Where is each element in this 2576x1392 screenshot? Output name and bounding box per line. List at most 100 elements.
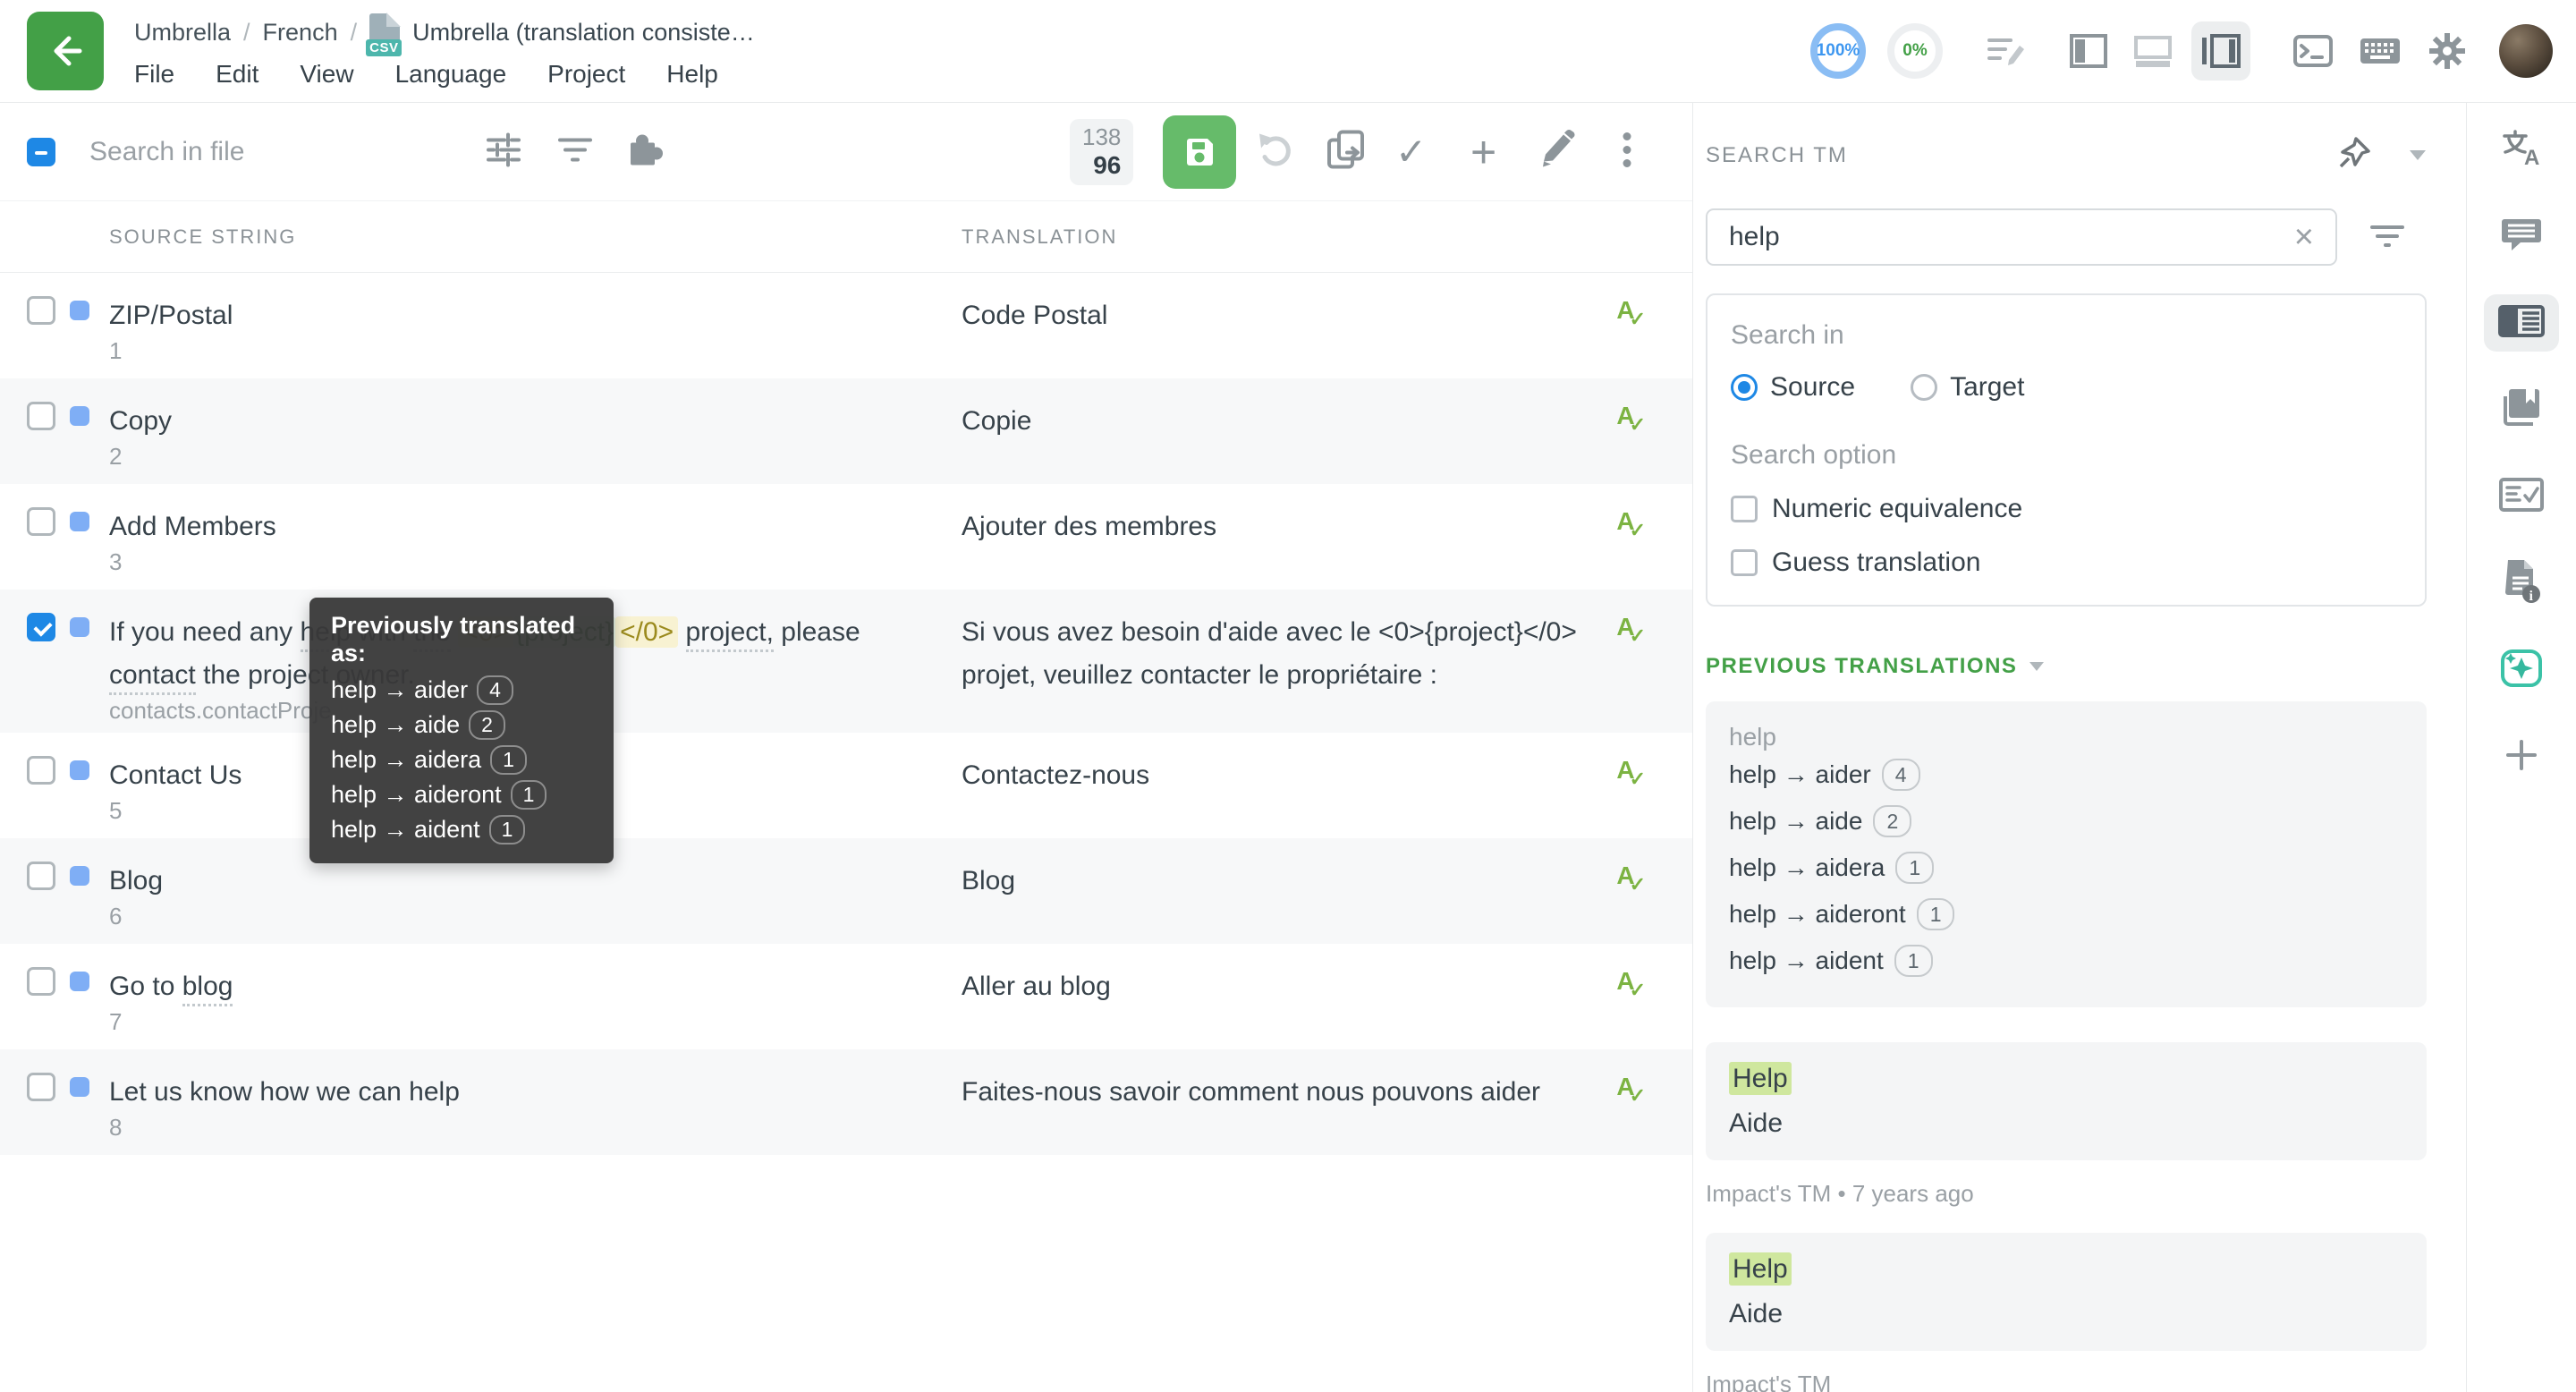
breadcrumb-language[interactable]: French bbox=[263, 19, 338, 47]
table-row[interactable]: Add Members3Ajouter des membresA✓ bbox=[0, 484, 1692, 590]
translated-progress-ring[interactable]: 100% bbox=[1810, 23, 1866, 79]
chevron-down-icon bbox=[2029, 662, 2044, 671]
translation-string[interactable]: Faites-nous savoir comment nous pouvons … bbox=[962, 1071, 1632, 1114]
translation-string[interactable]: Ajouter des membres bbox=[962, 505, 1632, 548]
clear-search-icon[interactable]: × bbox=[2294, 220, 2314, 254]
puzzle-icon[interactable] bbox=[624, 130, 665, 175]
spellcheck-icon[interactable]: A✓ bbox=[1616, 613, 1646, 648]
terminal-icon[interactable] bbox=[2292, 30, 2334, 72]
breadcrumb-file-name[interactable]: Umbrella (translation consiste… bbox=[412, 19, 755, 47]
translation-string[interactable]: Blog bbox=[962, 860, 1632, 903]
pin-icon[interactable] bbox=[2336, 135, 2372, 175]
spellcheck-icon[interactable]: A✓ bbox=[1616, 1073, 1646, 1108]
row-checkbox[interactable] bbox=[27, 402, 55, 430]
source-string[interactable]: Blog bbox=[109, 860, 905, 903]
layout-right-icon[interactable] bbox=[2191, 21, 2250, 81]
filter-icon[interactable] bbox=[556, 132, 594, 174]
compose-icon[interactable] bbox=[1984, 30, 2027, 72]
tm-search-input[interactable]: help × bbox=[1706, 208, 2337, 266]
spellcheck-icon[interactable]: A✓ bbox=[1616, 507, 1646, 542]
spellcheck-icon[interactable]: A✓ bbox=[1616, 402, 1646, 437]
approved-progress-ring[interactable]: 0% bbox=[1887, 23, 1943, 79]
approve-check-icon[interactable]: ✓ bbox=[1395, 133, 1427, 171]
checkbox-numeric-equivalence[interactable] bbox=[1731, 496, 1758, 522]
back-button[interactable] bbox=[27, 12, 104, 90]
breadcrumb-project[interactable]: Umbrella bbox=[134, 19, 231, 47]
table-row[interactable]: Let us know how we can help8Faites-nous … bbox=[0, 1049, 1692, 1155]
source-string[interactable]: Copy bbox=[109, 400, 905, 443]
sidebar-item-file-context[interactable]: i bbox=[2484, 555, 2559, 612]
search-in-file-input[interactable]: Search in file bbox=[89, 137, 244, 167]
settings-sliders-icon[interactable] bbox=[483, 130, 524, 175]
row-checkbox[interactable] bbox=[27, 1073, 55, 1101]
spellcheck-check: ✓ bbox=[1630, 768, 1646, 791]
translation-string[interactable]: Code Postal bbox=[962, 294, 1632, 337]
radio-target[interactable] bbox=[1911, 374, 1937, 401]
menu-project[interactable]: Project bbox=[547, 60, 625, 89]
row-checkbox[interactable] bbox=[27, 613, 55, 641]
translation-string[interactable]: Copie bbox=[962, 400, 1632, 443]
sidebar-item-ai-assistant[interactable] bbox=[2484, 641, 2559, 699]
keyboard-icon[interactable] bbox=[2358, 30, 2402, 72]
checkbox-guess-translation[interactable] bbox=[1731, 549, 1758, 576]
menu-help[interactable]: Help bbox=[666, 60, 718, 89]
concordance-item[interactable]: help → aider4 bbox=[1729, 751, 2403, 798]
spellcheck-icon[interactable]: A✓ bbox=[1616, 756, 1646, 791]
row-checkbox[interactable] bbox=[27, 967, 55, 996]
avatar[interactable] bbox=[2499, 24, 2553, 78]
translation-string[interactable]: Contactez-nous bbox=[962, 754, 1632, 797]
radio-label-target: Target bbox=[1950, 372, 2024, 403]
sidebar-item-qa-checks[interactable] bbox=[2484, 468, 2559, 525]
menu-edit[interactable]: Edit bbox=[216, 60, 258, 89]
tm-result-card[interactable]: HelpAide bbox=[1706, 1233, 2427, 1351]
table-row[interactable]: If you need any help with the <0>{projec… bbox=[0, 590, 1692, 733]
sidebar-item-translate[interactable]: A bbox=[2484, 121, 2559, 178]
sidebar-item-add-panel[interactable] bbox=[2484, 728, 2559, 785]
tm-result-card[interactable]: HelpAide bbox=[1706, 1042, 2427, 1160]
add-string-icon[interactable]: + bbox=[1470, 130, 1496, 174]
concordance-item[interactable]: help → aident1 bbox=[1729, 938, 2403, 984]
more-menu-icon[interactable] bbox=[1621, 129, 1633, 176]
spellcheck-icon[interactable]: A✓ bbox=[1616, 862, 1646, 896]
layout-left-icon[interactable] bbox=[2068, 30, 2109, 72]
sidebar-item-comments[interactable] bbox=[2484, 208, 2559, 265]
gear-icon[interactable] bbox=[2426, 30, 2469, 72]
concordance-item[interactable]: help → aideront1 bbox=[1729, 891, 2403, 938]
menu-view[interactable]: View bbox=[300, 60, 353, 89]
menu-file[interactable]: File bbox=[134, 60, 174, 89]
save-button[interactable] bbox=[1163, 115, 1236, 189]
spellcheck-icon[interactable]: A✓ bbox=[1616, 967, 1646, 1002]
translation-string[interactable]: Aller au blog bbox=[962, 965, 1632, 1008]
result-target: Aide bbox=[1729, 1108, 2403, 1139]
concordance-item[interactable]: help → aidera1 bbox=[1729, 845, 2403, 891]
previous-translations-toggle[interactable]: PREVIOUS TRANSLATIONS bbox=[1706, 654, 2426, 679]
edit-icon[interactable] bbox=[1535, 130, 1576, 175]
checkbox-label: Guess translation bbox=[1772, 547, 1980, 578]
tm-filter-icon[interactable] bbox=[2368, 216, 2407, 259]
sidebar-item-glossary[interactable] bbox=[2484, 381, 2559, 438]
table-row[interactable]: Blog6BlogA✓ bbox=[0, 838, 1692, 944]
radio-source[interactable] bbox=[1731, 374, 1758, 401]
menu-language[interactable]: Language bbox=[395, 60, 507, 89]
source-string[interactable]: ZIP/Postal bbox=[109, 294, 905, 337]
source-string[interactable]: Add Members bbox=[109, 505, 905, 548]
row-checkbox[interactable] bbox=[27, 756, 55, 785]
copy-source-icon[interactable] bbox=[1324, 128, 1368, 177]
translation-string[interactable]: Si vous avez besoin d'aide avec le <0>{p… bbox=[962, 611, 1632, 697]
row-checkbox[interactable] bbox=[27, 862, 55, 890]
panel-collapse-caret[interactable] bbox=[2410, 150, 2426, 160]
table-row[interactable]: Copy2CopieA✓ bbox=[0, 378, 1692, 484]
table-row[interactable]: Go to blog7Aller au blogA✓ bbox=[0, 944, 1692, 1049]
row-checkbox[interactable] bbox=[27, 507, 55, 536]
sidebar-item-search-tm[interactable] bbox=[2484, 294, 2559, 352]
source-string[interactable]: Go to blog bbox=[109, 965, 905, 1008]
undo-icon[interactable] bbox=[1254, 129, 1297, 176]
table-row[interactable]: ZIP/Postal1Code PostalA✓ bbox=[0, 273, 1692, 378]
source-string[interactable]: Let us know how we can help bbox=[109, 1071, 905, 1114]
row-checkbox[interactable] bbox=[27, 296, 55, 325]
concordance-item[interactable]: help → aide2 bbox=[1729, 798, 2403, 845]
layout-bottom-icon[interactable] bbox=[2132, 30, 2174, 72]
spellcheck-icon[interactable]: A✓ bbox=[1616, 296, 1646, 331]
select-all-checkbox[interactable] bbox=[27, 138, 55, 166]
table-row[interactable]: Contact Us5Contactez-nousA✓ bbox=[0, 733, 1692, 838]
